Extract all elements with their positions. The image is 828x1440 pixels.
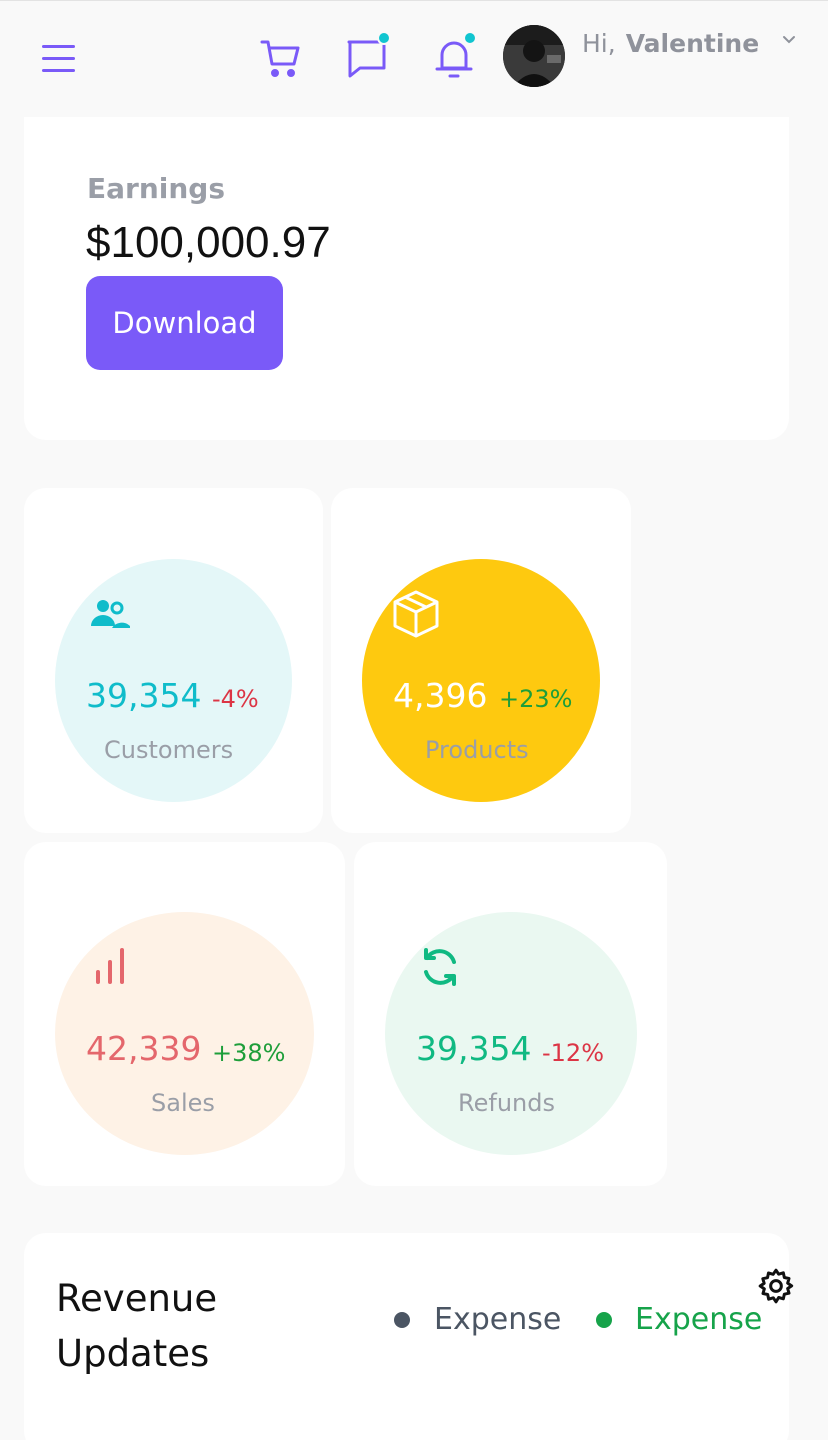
revenue-title: Revenue Updates (56, 1277, 218, 1375)
hamburger-menu-icon[interactable] (42, 43, 76, 75)
refresh-icon (419, 946, 461, 992)
customers-label: Customers (104, 736, 234, 764)
products-label: Products (425, 736, 529, 764)
products-change: +23% (499, 685, 573, 713)
legend-label-expense-1[interactable]: Expense (434, 1302, 561, 1337)
products-value: 4,396 (393, 676, 488, 715)
notifications-badge (463, 31, 477, 45)
refunds-change: -12% (542, 1039, 605, 1067)
legend-dot-expense-2 (596, 1312, 612, 1328)
customers-change: -4% (212, 685, 259, 713)
sales-label: Sales (151, 1089, 215, 1117)
user-greeting[interactable]: Hi, Valentine (582, 29, 759, 59)
users-icon (90, 598, 132, 634)
customers-value: 39,354 (86, 676, 202, 715)
avatar[interactable] (503, 25, 565, 87)
cart-icon[interactable] (260, 38, 302, 80)
refunds-label: Refunds (458, 1089, 555, 1117)
greeting-text: Hi, (582, 29, 616, 58)
earnings-label: Earnings (87, 172, 226, 205)
refunds-value: 39,354 (416, 1029, 532, 1068)
box-icon (391, 589, 441, 643)
earnings-value: $100,000.97 (86, 218, 331, 267)
download-button[interactable]: Download (86, 276, 283, 370)
top-bar: Hi, Valentine (0, 0, 828, 117)
sales-change: +38% (212, 1039, 286, 1067)
legend-dot-expense-1 (394, 1312, 410, 1328)
legend-label-expense-2[interactable]: Expense (635, 1302, 762, 1337)
user-name: Valentine (625, 29, 760, 58)
bar-chart-icon (94, 946, 128, 990)
sales-value: 42,339 (86, 1029, 202, 1068)
messages-badge (377, 31, 391, 45)
chevron-down-icon[interactable] (781, 31, 797, 50)
